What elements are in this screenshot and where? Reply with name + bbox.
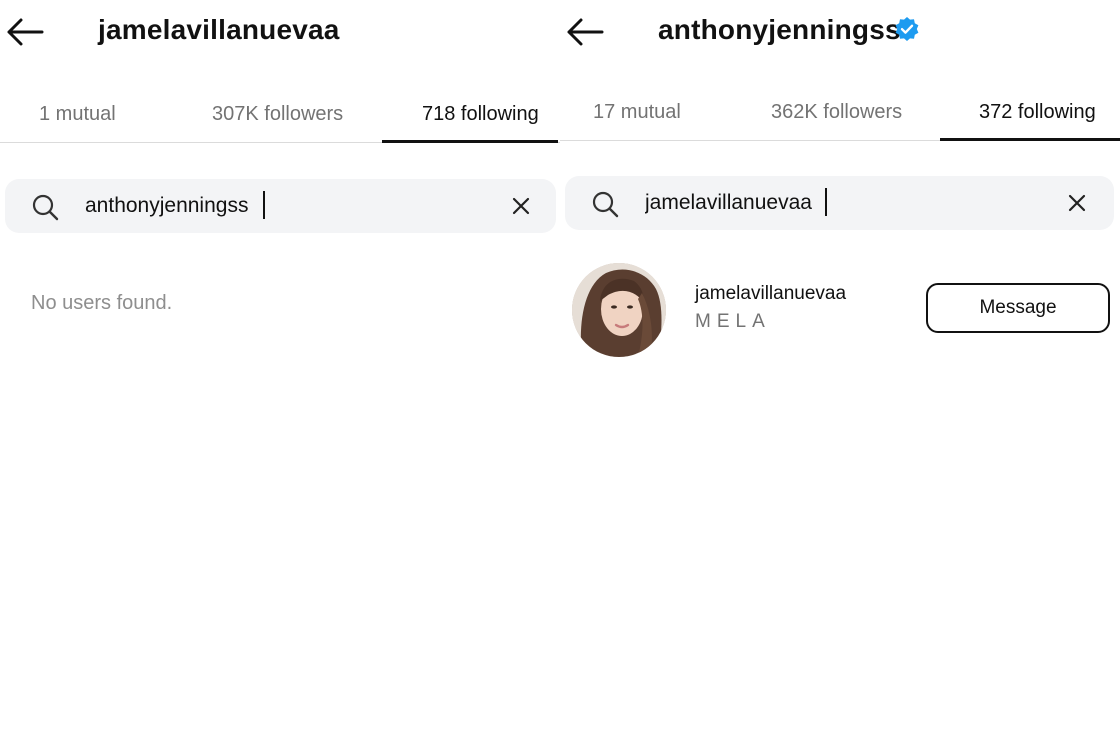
back-button[interactable] — [564, 14, 604, 50]
back-button[interactable] — [4, 14, 44, 50]
tab-mutual[interactable]: 17 mutual — [560, 92, 720, 140]
magnifier-icon — [32, 194, 59, 221]
page-title: anthonyjenningss — [658, 14, 901, 45]
active-tab-indicator — [940, 138, 1120, 141]
clear-search-button[interactable] — [1063, 189, 1091, 217]
tab-label: 718 following — [422, 103, 539, 125]
search-input[interactable] — [643, 186, 1005, 220]
tab-followers[interactable]: 362K followers — [750, 92, 930, 140]
text-caret — [263, 191, 265, 219]
tab-following[interactable]: 372 following — [940, 92, 1120, 141]
tab-label: 1 mutual — [39, 103, 116, 125]
text-caret — [825, 188, 827, 216]
follow-tabs: 17 mutual 362K followers 372 following — [560, 92, 1120, 141]
avatar-image — [572, 263, 666, 357]
tab-label: 17 mutual — [593, 101, 681, 123]
message-button[interactable]: Message — [926, 283, 1110, 333]
arrow-left-icon — [567, 18, 604, 46]
clear-search-button[interactable] — [507, 192, 535, 220]
list-item[interactable]: jamelavillanuevaa MELA Message — [560, 258, 1120, 364]
tab-following[interactable]: 718 following — [382, 94, 558, 143]
tab-label: 307K followers — [212, 103, 344, 125]
search-bar — [5, 179, 556, 233]
arrow-left-icon — [7, 18, 44, 46]
right-following-screen: anthonyjenningss 17 mutual 362K follower… — [560, 0, 1120, 746]
screenshot-stage: jamelavillanuevaa 1 mutual 307K follower… — [0, 0, 1120, 746]
tab-label: 372 following — [979, 101, 1096, 123]
search-bar — [565, 176, 1114, 230]
tab-mutual[interactable]: 1 mutual — [0, 94, 160, 142]
result-full-name: MELA — [695, 311, 771, 332]
profile-header: jamelavillanuevaa — [0, 0, 560, 66]
result-username[interactable]: jamelavillanuevaa — [695, 283, 846, 305]
avatar[interactable] — [572, 263, 666, 357]
left-following-screen: jamelavillanuevaa 1 mutual 307K follower… — [0, 0, 560, 746]
close-icon — [1068, 194, 1086, 212]
magnifier-icon — [592, 191, 619, 218]
tab-label: 362K followers — [771, 101, 903, 123]
follow-tabs: 1 mutual 307K followers 718 following — [0, 94, 560, 143]
close-icon — [512, 197, 530, 215]
tab-followers[interactable]: 307K followers — [190, 94, 370, 142]
profile-header: anthonyjenningss — [560, 0, 1120, 66]
page-title: jamelavillanuevaa — [98, 14, 340, 45]
active-tab-indicator — [382, 140, 558, 143]
empty-results-message: No users found. — [31, 292, 173, 314]
verified-badge-icon — [895, 17, 919, 41]
